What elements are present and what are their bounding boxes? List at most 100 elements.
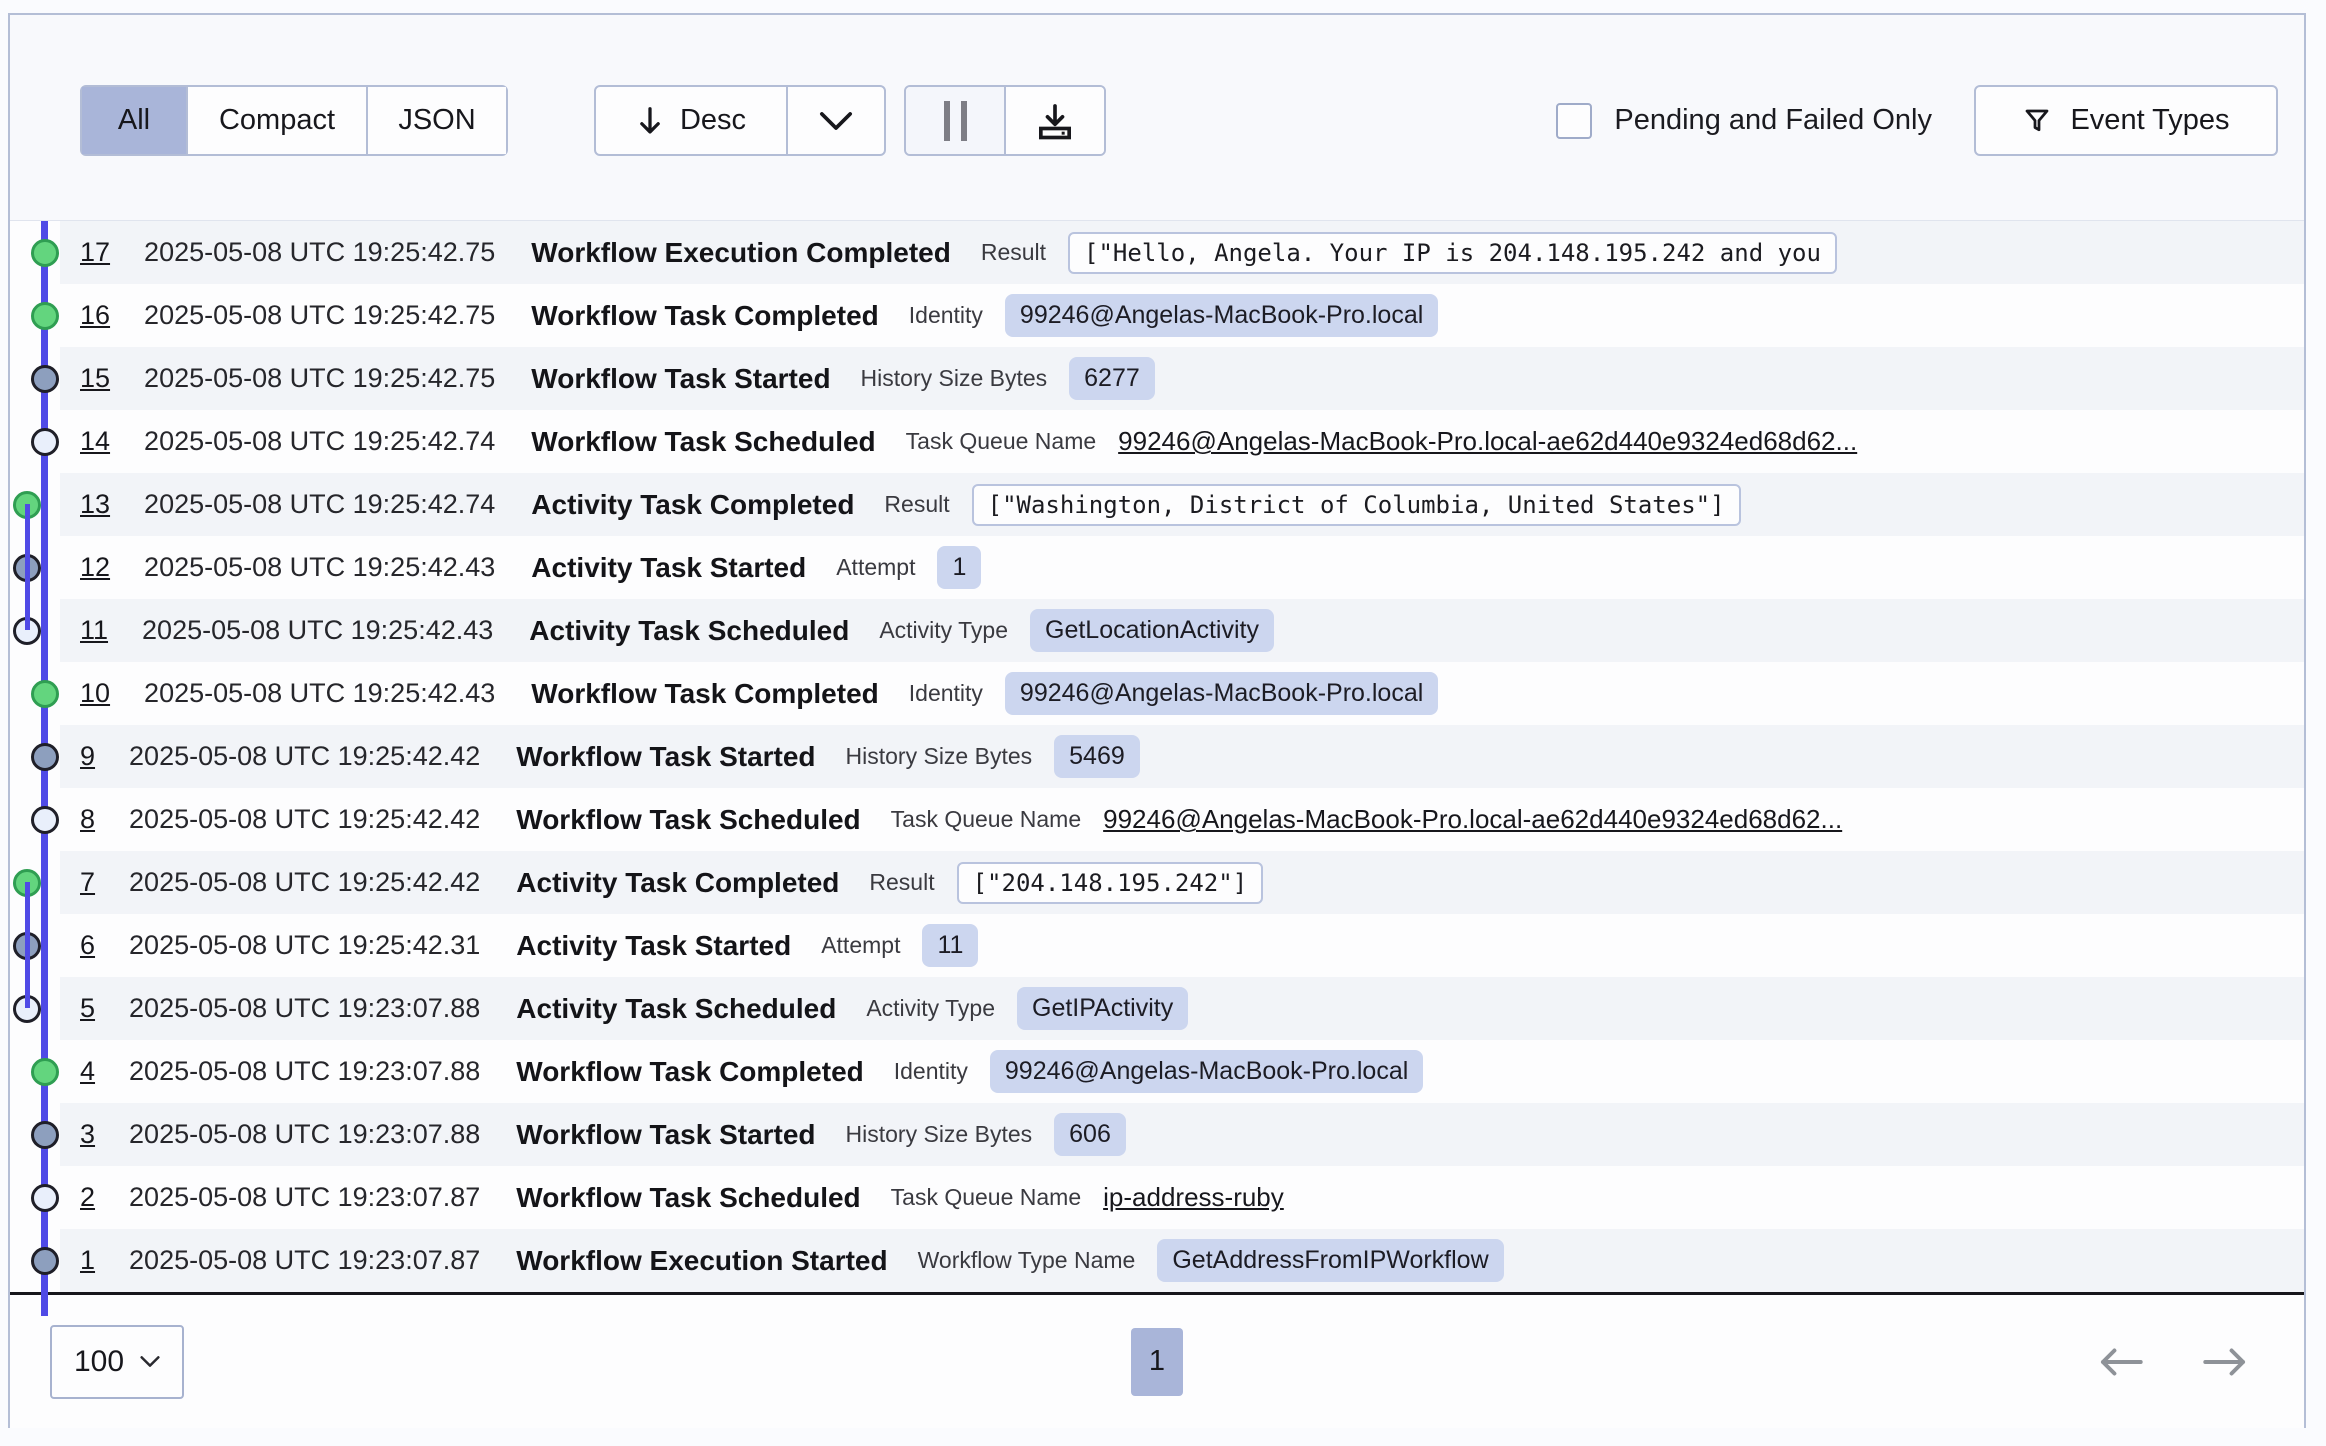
event-attribute-badge: GetIPActivity: [1017, 987, 1188, 1030]
event-id-link[interactable]: 9: [80, 741, 95, 772]
event-name: Workflow Task Completed: [531, 300, 878, 332]
event-row-11[interactable]: 112025-05-08 UTC 19:25:42.43Activity Tas…: [60, 599, 2304, 662]
sort-control: Desc: [594, 85, 886, 156]
arrow-left-icon previous-page-button[interactable]: [2098, 1345, 2144, 1379]
event-row-16[interactable]: 16 2025-05-08 UTC 19:25:42.75 Workflow Tas…: [60, 284, 2304, 347]
event-attribute-badge: 99246@Angelas-MacBook-Pro.local: [1005, 672, 1438, 715]
event-timestamp: 2025-05-08 UTC 19:25:42.43: [144, 552, 495, 583]
download-icon: [1035, 101, 1075, 141]
event-attribute-label: Task Queue Name: [891, 806, 1081, 833]
event-attribute-label: History Size Bytes: [846, 743, 1033, 770]
event-id-link[interactable]: 7: [80, 867, 95, 898]
event-id-link[interactable]: 14: [80, 426, 110, 457]
sort-desc-button[interactable]: Desc: [596, 87, 786, 154]
event-types-button[interactable]: Event Types: [1974, 85, 2278, 156]
event-status-dot-gray: [31, 1247, 59, 1275]
event-attribute-badge: GetAddressFromIPWorkflow: [1157, 1239, 1503, 1282]
event-attribute-label: Identity: [894, 1058, 968, 1085]
event-id-link[interactable]: 11: [80, 615, 108, 646]
event-row-13[interactable]: 132025-05-08 UTC 19:25:42.74Activity Tas…: [60, 473, 2304, 536]
event-attribute-badge: 6277: [1069, 357, 1155, 400]
event-id-link[interactable]: 8: [80, 804, 95, 835]
event-id-link[interactable]: 3: [80, 1119, 95, 1150]
event-id-link[interactable]: 16: [80, 300, 110, 331]
event-timestamp: 2025-05-08 UTC 19:25:42.74: [144, 426, 495, 457]
event-timestamp: 2025-05-08 UTC 19:25:42.42: [129, 804, 480, 835]
chevron-down-icon: [819, 111, 853, 131]
arrow-down-icon: [636, 106, 664, 136]
event-timestamp: 2025-05-08 UTC 19:25:42.75: [144, 363, 495, 394]
event-name: Workflow Execution Completed: [531, 237, 951, 269]
event-attribute-label: Activity Type: [879, 617, 1008, 644]
event-timestamp: 2025-05-08 UTC 19:25:42.74: [144, 489, 495, 520]
pause-button[interactable]: [906, 87, 1006, 154]
event-id-link[interactable]: 4: [80, 1056, 95, 1087]
event-status-dot-green: [31, 680, 59, 708]
funnel-icon: [2022, 106, 2052, 136]
pending-failed-checkbox[interactable]: [1556, 103, 1592, 139]
pending-failed-filter: Pending and Failed Only: [1556, 103, 1932, 139]
event-row-1[interactable]: 12025-05-08 UTC 19:23:07.87Workflow Exec…: [60, 1229, 2304, 1292]
event-status-dot-gray: [31, 365, 59, 393]
event-name: Workflow Task Started: [531, 363, 830, 395]
event-row-14[interactable]: 14 2025-05-08 UTC 19:25:42.74 Workflow Tas…: [60, 410, 2304, 473]
event-id-link[interactable]: 6: [80, 930, 95, 961]
event-row-4[interactable]: 4 2025-05-08 UTC 19:23:07.88 Workflow Task…: [60, 1040, 2304, 1103]
event-status-dot-light: [31, 806, 59, 834]
event-timestamp: 2025-05-08 UTC 19:23:07.88: [129, 1056, 480, 1087]
event-id-link[interactable]: 12: [80, 552, 110, 583]
event-attribute-label: Activity Type: [866, 995, 995, 1022]
event-attribute-label: History Size Bytes: [846, 1121, 1033, 1148]
timeline-main-line: [41, 221, 48, 1316]
event-row-15[interactable]: 15 2025-05-08 UTC 19:25:42.75 Workflow Tas…: [60, 347, 2304, 410]
event-attribute-badge: 99246@Angelas-MacBook-Pro.local: [990, 1050, 1423, 1093]
event-id-link[interactable]: 5: [80, 993, 95, 1024]
task-queue-link[interactable]: 99246@Angelas-MacBook-Pro.local-ae62d440…: [1118, 426, 1857, 457]
event-name: Workflow Task Started: [516, 1119, 815, 1151]
sort-options-button[interactable]: [786, 87, 884, 154]
task-queue-link[interactable]: 99246@Angelas-MacBook-Pro.local-ae62d440…: [1103, 804, 1842, 835]
arrow-right-icon next-page-button[interactable]: [2202, 1345, 2248, 1379]
event-status-dot-gray: [31, 1121, 59, 1149]
tab-all[interactable]: All: [82, 87, 186, 154]
event-timestamp: 2025-05-08 UTC 19:23:07.88: [129, 1119, 480, 1150]
event-row-12[interactable]: 122025-05-08 UTC 19:25:42.43Activity Tas…: [60, 536, 2304, 599]
tab-compact[interactable]: Compact: [186, 87, 366, 154]
event-history-panel: All Compact JSON Desc: [8, 13, 2306, 1428]
event-timestamp: 2025-05-08 UTC 19:25:42.42: [129, 741, 480, 772]
event-row-6[interactable]: 62025-05-08 UTC 19:25:42.31Activity Task…: [60, 914, 2304, 977]
event-timestamp: 2025-05-08 UTC 19:25:42.42: [129, 867, 480, 898]
event-id-link[interactable]: 10: [80, 678, 110, 709]
event-id-link[interactable]: 13: [80, 489, 110, 520]
event-row-9[interactable]: 9 2025-05-08 UTC 19:25:42.42 Workflow Task…: [60, 725, 2304, 788]
current-page-indicator: 1: [1131, 1328, 1183, 1396]
event-timeline: [10, 221, 62, 1292]
view-mode-tabs: All Compact JSON: [80, 85, 508, 156]
event-name: Workflow Task Started: [516, 741, 815, 773]
timeline-activity-line: [25, 882, 30, 1008]
event-id-link[interactable]: 15: [80, 363, 110, 394]
event-row-3[interactable]: 3 2025-05-08 UTC 19:23:07.88 Workflow Task…: [60, 1103, 2304, 1166]
event-name: Workflow Task Scheduled: [531, 426, 875, 458]
event-timestamp: 2025-05-08 UTC 19:23:07.87: [129, 1245, 480, 1276]
event-row-7[interactable]: 72025-05-08 UTC 19:25:42.42Activity Task…: [60, 851, 2304, 914]
event-row-8[interactable]: 82025-05-08 UTC 19:25:42.42Workflow Task…: [60, 788, 2304, 851]
tab-json[interactable]: JSON: [366, 87, 506, 154]
page-size-select[interactable]: 100: [50, 1325, 184, 1399]
event-status-dot-gray: [13, 554, 41, 582]
event-id-link[interactable]: 1: [80, 1245, 95, 1276]
event-id-link[interactable]: 2: [80, 1182, 95, 1213]
event-id-link[interactable]: 17: [80, 237, 110, 268]
task-queue-link[interactable]: ip-address-ruby: [1103, 1182, 1284, 1213]
event-timestamp: 2025-05-08 UTC 19:23:07.87: [129, 1182, 480, 1213]
event-row-17[interactable]: 172025-05-08 UTC 19:25:42.75Workflow Exe…: [60, 221, 2304, 284]
event-attribute-label: Result: [981, 239, 1046, 266]
page-size-value: 100: [74, 1345, 124, 1379]
event-row-5[interactable]: 52025-05-08 UTC 19:23:07.88Activity Task…: [60, 977, 2304, 1040]
event-row-2[interactable]: 22025-05-08 UTC 19:23:07.87Workflow Task…: [60, 1166, 2304, 1229]
event-result-code: ["Hello, Angela. Your IP is 204.148.195.…: [1068, 232, 1837, 274]
event-timestamp: 2025-05-08 UTC 19:25:42.75: [144, 300, 495, 331]
download-button[interactable]: [1006, 87, 1104, 154]
event-name: Workflow Task Completed: [516, 1056, 863, 1088]
event-row-10[interactable]: 102025-05-08 UTC 19:25:42.43Workflow Tas…: [60, 662, 2304, 725]
